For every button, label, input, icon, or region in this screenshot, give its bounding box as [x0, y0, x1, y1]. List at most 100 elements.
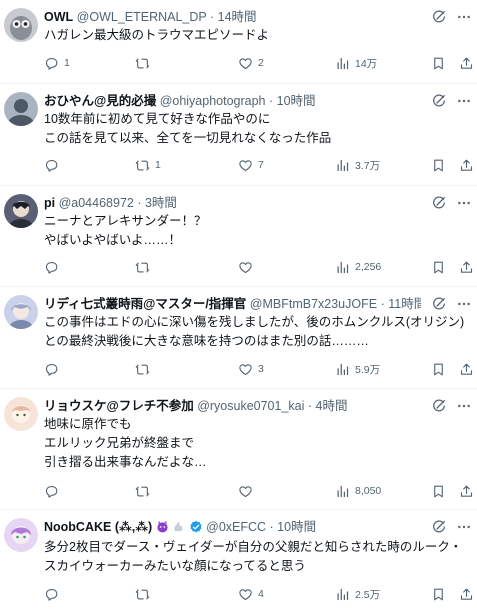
- grok-icon[interactable]: [431, 93, 447, 109]
- reply-button[interactable]: [44, 482, 64, 500]
- reply-button[interactable]: [44, 258, 64, 276]
- retweet-count: 1: [155, 159, 161, 171]
- view-count: 8,050: [355, 485, 382, 497]
- views-button[interactable]: 3.7万: [335, 156, 380, 174]
- bookmark-button[interactable]: [431, 585, 446, 603]
- handle[interactable]: @ohiyaphotograph: [160, 94, 266, 108]
- avatar[interactable]: [4, 397, 38, 431]
- bookmark-button[interactable]: [431, 156, 446, 174]
- avatar[interactable]: [4, 295, 38, 329]
- like-button[interactable]: 7: [238, 156, 264, 174]
- reply-header: リディ七式叢時雨@マスター/指揮官 @MBFtmB7x23uJOFE · 11時…: [44, 295, 421, 313]
- reply-button[interactable]: [44, 360, 64, 378]
- bookmark-button[interactable]: [431, 360, 446, 378]
- share-icon: [459, 587, 474, 602]
- reply-icon: [44, 158, 59, 173]
- reply-text: ニーナとアレキサンダー！？ やばいよやばいよ……！: [44, 214, 207, 247]
- retweet-button[interactable]: [135, 360, 155, 378]
- retweet-button[interactable]: [135, 482, 155, 500]
- views-button[interactable]: 5.9万: [335, 360, 380, 378]
- display-name[interactable]: リディ七式叢時雨@マスター/指揮官: [44, 297, 246, 311]
- like-count: 4: [258, 588, 264, 600]
- share-button[interactable]: [459, 360, 474, 378]
- views-button[interactable]: 14万: [335, 54, 377, 72]
- more-icon[interactable]: [455, 398, 473, 414]
- views-icon: [335, 587, 350, 602]
- avatar[interactable]: [4, 518, 38, 552]
- display-name[interactable]: pi: [44, 196, 55, 210]
- like-button[interactable]: 4: [238, 585, 264, 603]
- retweet-button[interactable]: [135, 54, 155, 72]
- views-button[interactable]: 2.5万: [335, 585, 380, 603]
- like-button[interactable]: [238, 258, 258, 276]
- display-name[interactable]: OWL: [44, 10, 73, 24]
- share-button[interactable]: [459, 156, 474, 174]
- more-icon[interactable]: [455, 195, 473, 211]
- share-button[interactable]: [459, 54, 474, 72]
- views-button[interactable]: 8,050: [335, 482, 381, 500]
- avatar[interactable]: [4, 92, 38, 126]
- bookmark-icon: [431, 56, 446, 71]
- views-icon: [335, 362, 350, 377]
- view-count: 5.9万: [355, 363, 381, 376]
- reply-item[interactable]: リョウスケ@フレチ不参加 @ryosuke0701_kai · 4時間 地味に原…: [0, 389, 477, 510]
- share-button[interactable]: [459, 585, 474, 603]
- share-button[interactable]: [459, 258, 474, 276]
- share-icon: [459, 158, 474, 173]
- timestamp[interactable]: · 10時間: [269, 94, 316, 108]
- grok-icon[interactable]: [431, 9, 447, 25]
- like-icon: [238, 484, 253, 499]
- more-icon[interactable]: [455, 519, 473, 535]
- grok-icon[interactable]: [431, 398, 447, 414]
- bookmark-button[interactable]: [431, 482, 446, 500]
- more-icon[interactable]: [455, 93, 473, 109]
- reply-button[interactable]: [44, 585, 64, 603]
- timestamp[interactable]: · 14時間: [210, 10, 257, 24]
- like-button[interactable]: 3: [238, 360, 264, 378]
- reply-button[interactable]: 1: [44, 54, 70, 72]
- grok-icon[interactable]: [431, 195, 447, 211]
- like-icon: [238, 587, 253, 602]
- bookmark-button[interactable]: [431, 54, 446, 72]
- view-count: 14万: [355, 57, 378, 70]
- handle[interactable]: @a04468972: [59, 196, 134, 210]
- handle[interactable]: @OWL_ETERNAL_DP: [77, 10, 207, 24]
- retweet-button[interactable]: [135, 258, 155, 276]
- reply-item[interactable]: pi @a04468972 · 3時間 ニーナとアレキサンダー！？ やばいよやば…: [0, 186, 477, 287]
- avatar[interactable]: [4, 194, 38, 228]
- retweet-button[interactable]: 1: [135, 156, 161, 174]
- reply-item[interactable]: おひやん@見的必撮 @ohiyaphotograph · 10時間 10数年前に…: [0, 84, 477, 186]
- timestamp[interactable]: · 10時間: [270, 520, 317, 534]
- timestamp[interactable]: · 3時間: [137, 196, 177, 210]
- retweet-button[interactable]: [135, 585, 155, 603]
- more-icon[interactable]: [455, 9, 473, 25]
- reply-item[interactable]: OWL @OWL_ETERNAL_DP · 14時間 ハガレン最大級のトラウマエ…: [0, 0, 477, 84]
- views-button[interactable]: 2,256: [335, 258, 381, 276]
- reply-button[interactable]: [44, 156, 64, 174]
- avatar[interactable]: [4, 8, 38, 42]
- views-icon: [335, 56, 350, 71]
- retweet-icon: [135, 260, 150, 275]
- devil-emoji-icon: [157, 520, 168, 533]
- view-count: 2.5万: [355, 588, 381, 601]
- bookmark-button[interactable]: [431, 258, 446, 276]
- display-name[interactable]: リョウスケ@フレチ不参加: [44, 399, 194, 413]
- handle[interactable]: @0xEFCC: [206, 520, 266, 534]
- display-name[interactable]: NoobCAKE (⁂,⁂): [44, 520, 152, 534]
- timestamp[interactable]: · 4時間: [308, 399, 348, 413]
- like-button[interactable]: 2: [238, 54, 264, 72]
- timestamp[interactable]: · 11時間: [381, 297, 421, 311]
- grok-icon[interactable]: [431, 519, 447, 535]
- more-icon[interactable]: [455, 296, 473, 312]
- like-button[interactable]: [238, 482, 258, 500]
- share-button[interactable]: [459, 482, 474, 500]
- view-count: 3.7万: [355, 159, 381, 172]
- reply-item[interactable]: リディ七式叢時雨@マスター/指揮官 @MBFtmB7x23uJOFE · 11時…: [0, 287, 477, 389]
- handle[interactable]: @MBFtmB7x23uJOFE: [250, 297, 377, 311]
- grok-icon[interactable]: [431, 296, 447, 312]
- handle[interactable]: @ryosuke0701_kai: [197, 399, 304, 413]
- reply-text: 地味に原作でも エルリック兄弟が終盤まで 引き摺る出来事なんだよな…: [44, 417, 207, 469]
- display-name[interactable]: おひやん@見的必撮: [44, 94, 156, 108]
- reply-item[interactable]: NoobCAKE (⁂,⁂) @0xEFCC · 10時間 多分2枚目でダース・…: [0, 510, 477, 616]
- action-bar: 1 2 14万: [44, 54, 472, 72]
